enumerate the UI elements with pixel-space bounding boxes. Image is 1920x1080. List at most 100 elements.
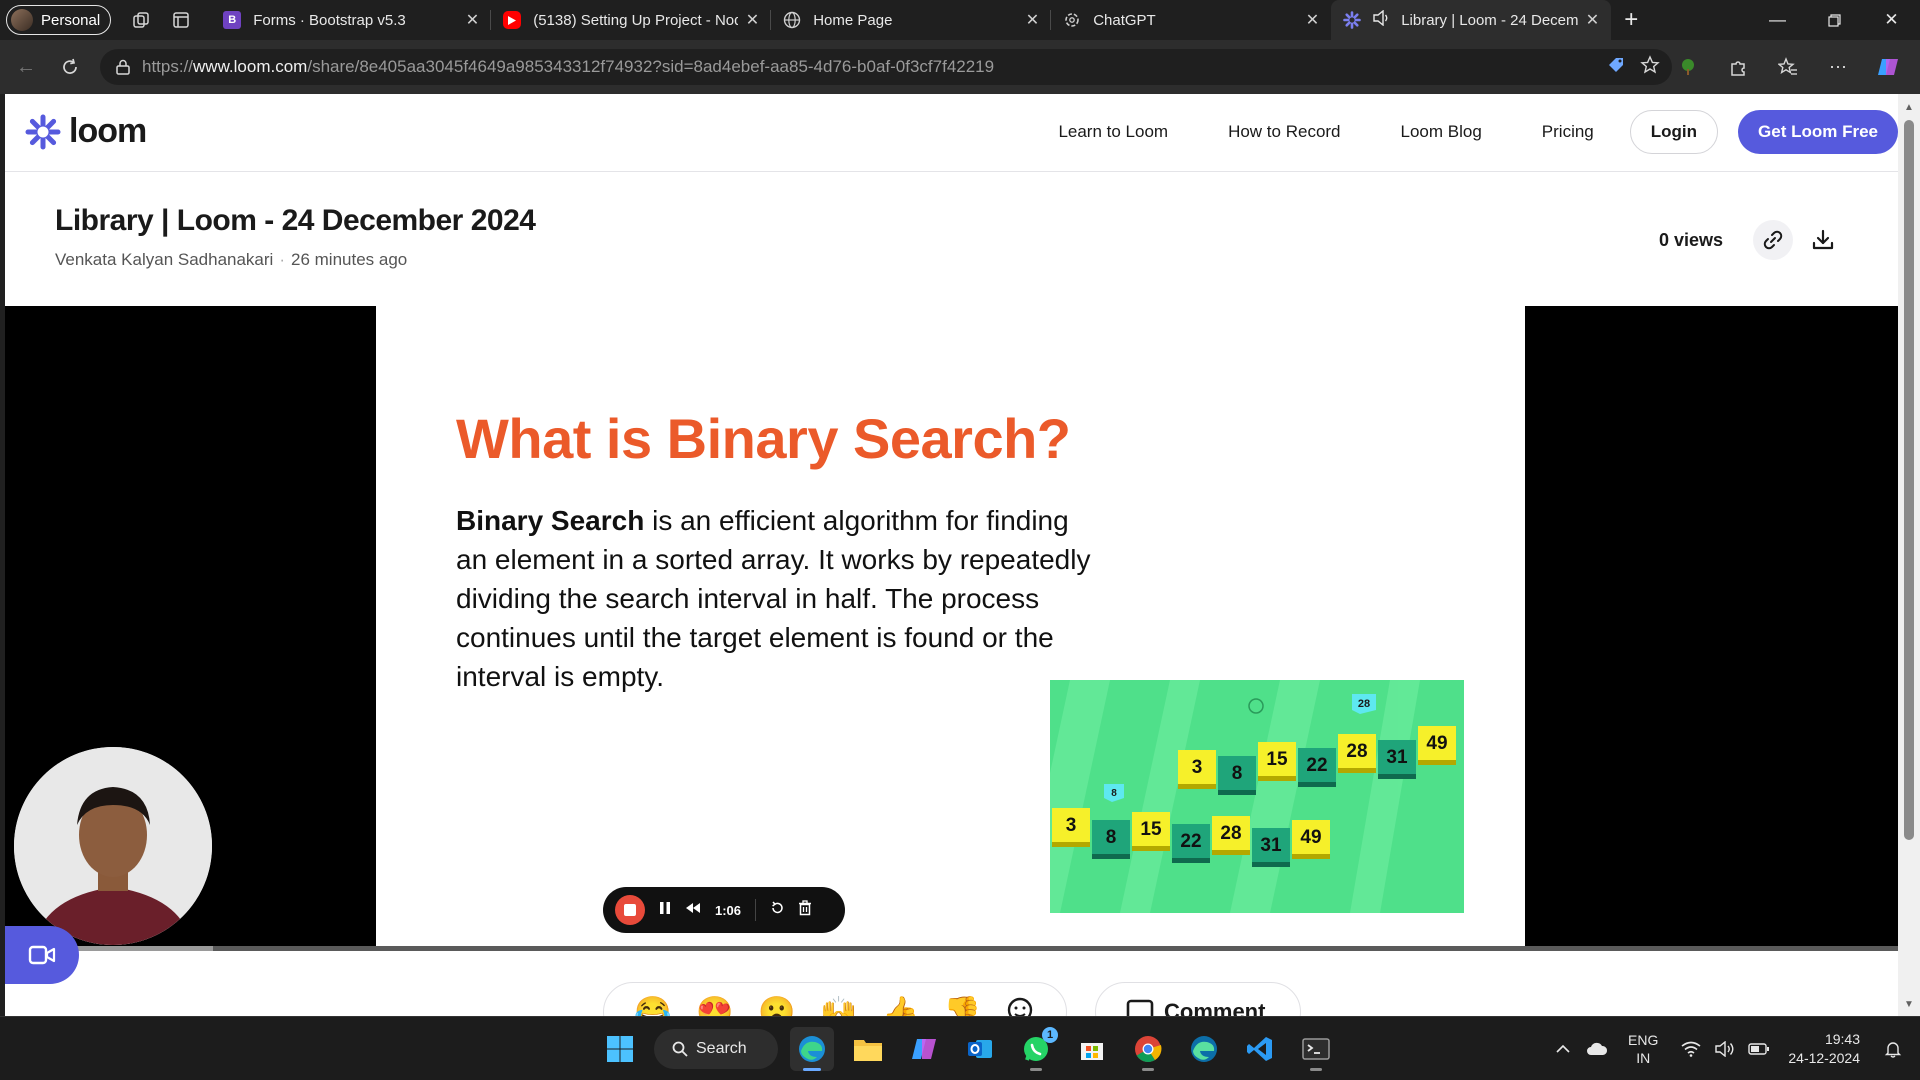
close-tab-icon[interactable]: ✕ [1586, 10, 1599, 30]
close-tab-icon[interactable]: ✕ [466, 10, 479, 30]
pause-icon[interactable] [659, 901, 671, 920]
extension-tree-icon[interactable] [1666, 47, 1710, 87]
nav-learn-to-loom[interactable]: Learn to Loom [1058, 122, 1168, 142]
chrome-icon[interactable] [1126, 1027, 1170, 1071]
restore-icon[interactable] [1806, 0, 1863, 40]
chatgpt-icon [1063, 11, 1081, 29]
battery-icon[interactable] [1742, 1042, 1776, 1056]
video-player[interactable]: What is Binary Search? Binary Search is … [5, 306, 1898, 951]
tab-title: (5138) Setting Up Project - Nod [533, 11, 738, 29]
close-tab-icon[interactable]: ✕ [1306, 10, 1319, 30]
upload-time: 26 minutes ago [291, 250, 408, 269]
video-meta: Venkata Kalyan Sadhanakari · 26 minutes ag… [55, 250, 408, 269]
trash-icon[interactable] [798, 899, 812, 921]
edge-taskbar-icon[interactable] [790, 1027, 834, 1071]
wifi-icon[interactable] [1674, 1041, 1708, 1057]
array-cell-value: 3 [1066, 815, 1077, 836]
array-cell: 8 [1218, 756, 1256, 795]
address-bar[interactable]: https://www.loom.com/share/8e405aa3045f4… [100, 49, 1672, 85]
video-progress-bar[interactable] [5, 946, 1898, 951]
chevron-up-icon[interactable] [1546, 1044, 1580, 1054]
comment-icon [1126, 999, 1154, 1016]
close-tab-icon[interactable]: ✕ [746, 10, 759, 30]
volume-icon[interactable] [1708, 1041, 1742, 1057]
new-tab-button[interactable]: + [1611, 0, 1651, 40]
copy-link-icon[interactable] [1753, 220, 1793, 260]
start-windows-icon[interactable] [598, 1027, 642, 1071]
reaction-emoji[interactable]: 🙌 [820, 995, 857, 1017]
microsoft-store-icon[interactable] [1070, 1027, 1114, 1071]
tab-home-page[interactable]: Home Page ✕ [771, 0, 1052, 40]
url-text: https://www.loom.com/share/8e405aa3045f4… [142, 57, 995, 76]
site-nav: Learn to Loom How to Record Loom Blog Pr… [1058, 110, 1898, 154]
comment-button[interactable]: Comment [1095, 982, 1301, 1016]
onedrive-cloud-icon[interactable] [1580, 1042, 1614, 1056]
author-name[interactable]: Venkata Kalyan Sadhanakari [55, 250, 273, 269]
vscode-icon[interactable] [1238, 1027, 1282, 1071]
reaction-emoji[interactable]: 👎 [944, 995, 981, 1017]
recording-controls: 1:06 [603, 887, 845, 933]
nav-how-to-record[interactable]: How to Record [1228, 122, 1340, 142]
reaction-emoji[interactable]: 😍 [696, 995, 733, 1017]
whatsapp-icon[interactable]: 1 [1014, 1027, 1058, 1071]
tab-youtube[interactable]: (5138) Setting Up Project - Nod ✕ [491, 0, 772, 40]
webcam-bubble[interactable] [14, 747, 212, 945]
slide-body: Binary Search is an efficient algorithm … [456, 505, 1091, 692]
array-cell-value: 8 [1232, 763, 1243, 784]
outlook-icon[interactable] [958, 1027, 1002, 1071]
tab-chatgpt[interactable]: ChatGPT ✕ [1051, 0, 1331, 40]
close-tab-icon[interactable]: ✕ [1026, 10, 1039, 30]
loom-logo[interactable]: loom [25, 112, 147, 151]
speaker-icon[interactable] [1373, 9, 1391, 30]
rewind-icon[interactable] [685, 901, 701, 919]
array-cell: 15 [1132, 812, 1170, 851]
clock[interactable]: 19:43 24-12-2024 [1788, 1030, 1860, 1068]
notification-badge: 1 [1042, 1027, 1058, 1043]
notifications-bell-icon[interactable] [1876, 1040, 1910, 1058]
close-window-icon[interactable]: ✕ [1863, 0, 1920, 40]
workspaces-icon[interactable] [121, 0, 161, 40]
array-cell-value: 31 [1260, 835, 1282, 856]
extensions-puzzle-icon[interactable] [1716, 47, 1760, 87]
edge-dev-icon[interactable] [1182, 1027, 1226, 1071]
reload-icon[interactable] [48, 47, 92, 87]
more-menu-icon[interactable]: ⋯ [1816, 47, 1860, 87]
windows-taskbar: Search 1 ENG IN 19:43 24-12-2024 [0, 1016, 1920, 1080]
scroll-up-arrow-icon[interactable]: ▲ [1902, 102, 1916, 113]
terminal-icon[interactable] [1294, 1027, 1338, 1071]
nav-loom-blog[interactable]: Loom Blog [1401, 122, 1482, 142]
login-button[interactable]: Login [1629, 110, 1719, 154]
download-icon[interactable] [1803, 220, 1843, 260]
taskbar-search[interactable]: Search [654, 1029, 778, 1069]
tab-loom-library[interactable]: Library | Loom - 24 Decem ✕ [1331, 0, 1612, 40]
reaction-emoji[interactable]: 👍 [882, 995, 919, 1017]
minimize-icon[interactable]: — [1749, 0, 1806, 40]
file-explorer-icon[interactable] [846, 1027, 890, 1071]
reaction-emoji[interactable]: 😮 [758, 995, 795, 1017]
profile-button[interactable]: Personal [6, 5, 112, 35]
add-reaction-icon[interactable] [1006, 995, 1036, 1016]
array-cell-value: 31 [1386, 747, 1408, 768]
coupon-tag-icon[interactable] [1606, 55, 1626, 80]
nav-pricing[interactable]: Pricing [1542, 122, 1594, 142]
record-video-button[interactable] [5, 926, 79, 984]
copilot-icon[interactable] [1866, 47, 1910, 87]
page-scrollbar[interactable]: ▲ ▼ [1898, 94, 1920, 1016]
restart-icon[interactable] [770, 900, 784, 920]
back-arrow-icon[interactable]: ← [4, 47, 48, 87]
scrollbar-thumb[interactable] [1904, 120, 1914, 840]
get-loom-free-button[interactable]: Get Loom Free [1738, 110, 1898, 154]
copilot-taskbar-icon[interactable] [902, 1027, 946, 1071]
scroll-down-arrow-icon[interactable]: ▼ [1902, 999, 1916, 1010]
vertical-tabs-icon[interactable] [161, 0, 201, 40]
array-cell: 28 [1338, 734, 1376, 773]
favorites-list-icon[interactable] [1766, 47, 1810, 87]
array-cell: 49 [1292, 820, 1330, 859]
array-cell-value: 49 [1300, 827, 1321, 848]
reaction-emoji[interactable]: 😂 [634, 995, 671, 1017]
language-indicator[interactable]: ENG IN [1628, 1031, 1658, 1067]
favorite-star-icon[interactable] [1640, 54, 1660, 80]
array-cell: 3 [1178, 750, 1216, 789]
stop-recording-button[interactable] [615, 895, 645, 925]
tab-bootstrap-forms[interactable]: B Forms · Bootstrap v5.3 ✕ [211, 0, 492, 40]
